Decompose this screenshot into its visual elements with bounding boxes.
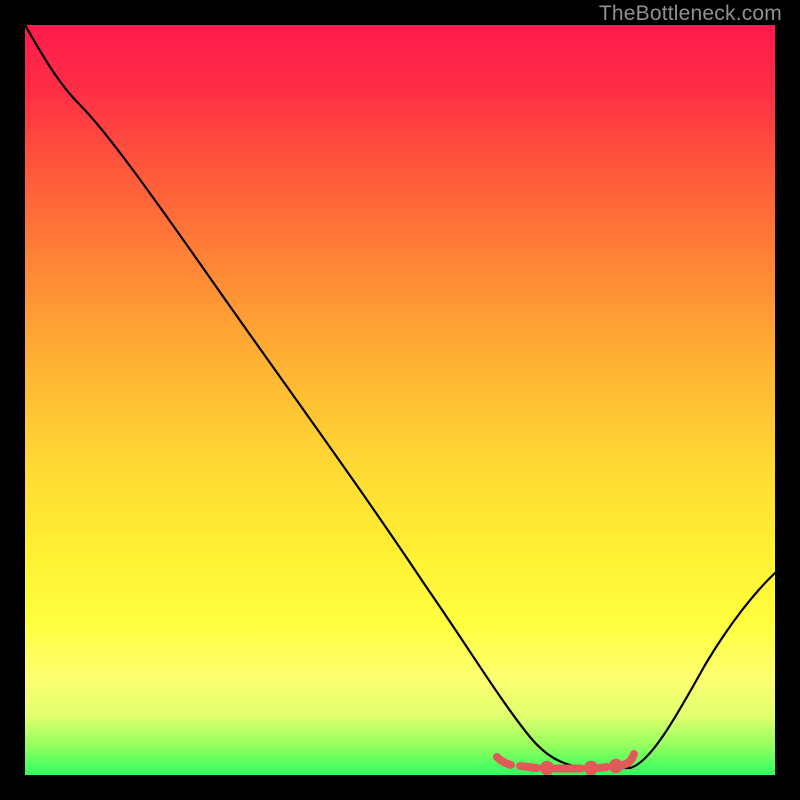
watermark-text: TheBottleneck.com <box>599 2 782 26</box>
plot-area <box>25 25 775 775</box>
bottleneck-curve-svg <box>25 25 775 775</box>
bottleneck-curve-path <box>25 25 775 768</box>
chart-frame: TheBottleneck.com <box>0 0 800 800</box>
